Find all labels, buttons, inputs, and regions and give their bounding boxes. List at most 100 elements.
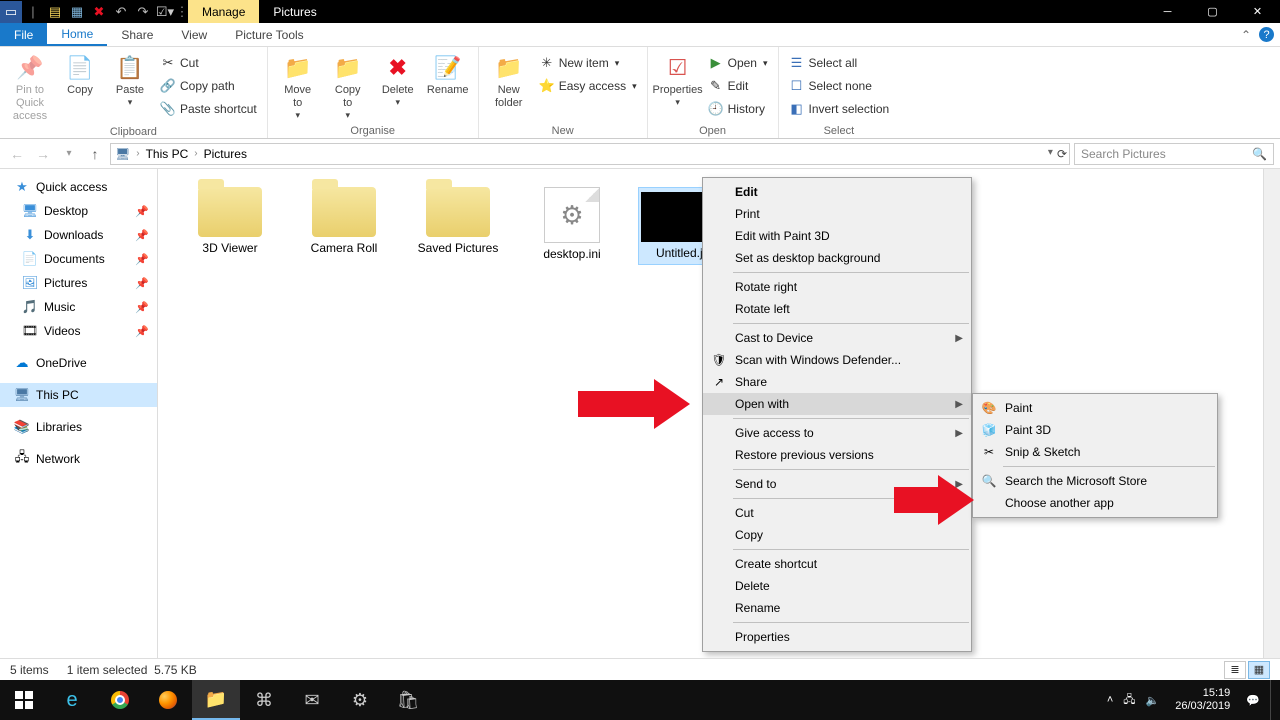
context-menu-item[interactable]: Set as desktop background [703, 247, 971, 269]
context-menu-item[interactable]: Delete [703, 575, 971, 597]
submenu-item[interactable]: 🧊Paint 3D [973, 419, 1217, 441]
properties-button[interactable]: ☑Properties▾ [654, 50, 702, 108]
copy-button[interactable]: 📄Copy [56, 50, 104, 97]
invert-selection-button[interactable]: ◧Invert selection [785, 98, 894, 120]
qat-new-folder-icon[interactable]: ▦ [66, 1, 88, 23]
home-tab[interactable]: Home [47, 23, 107, 46]
search-input[interactable]: Search Pictures 🔍 [1074, 143, 1274, 165]
recent-locations-button[interactable]: ▾ [58, 143, 80, 165]
maximize-button[interactable]: ▢ [1190, 0, 1235, 23]
share-tab[interactable]: Share [107, 23, 167, 46]
refresh-icon[interactable]: ⟳ [1057, 147, 1067, 161]
forward-button[interactable]: → [32, 143, 54, 165]
folder-item[interactable]: Saved Pictures [410, 187, 506, 255]
context-tab-manage[interactable]: Manage [188, 0, 259, 23]
easy-access-button[interactable]: ⭐Easy access ▾ [535, 75, 641, 97]
libraries-group[interactable]: 📚Libraries [0, 415, 157, 439]
folder-item[interactable]: Camera Roll [296, 187, 392, 255]
select-none-button[interactable]: ☐Select none [785, 75, 894, 97]
sidebar-item-music[interactable]: 🎵Music📌 [0, 295, 157, 319]
submenu-item[interactable]: ✂Snip & Sketch [973, 441, 1217, 463]
action-center-icon[interactable]: 💬 [1246, 694, 1260, 707]
context-menu-item[interactable]: Cast to Device▶ [703, 327, 971, 349]
network-group[interactable]: 🖧Network [0, 447, 157, 471]
tray-overflow-icon[interactable]: ˄ [1107, 694, 1113, 706]
details-view-button[interactable]: ≣ [1224, 661, 1246, 679]
taskbar-mail[interactable]: ✉ [288, 680, 336, 720]
qat-redo-icon[interactable]: ↷ [132, 1, 154, 23]
copy-to-button[interactable]: 📁Copy to▾ [324, 50, 372, 121]
collapse-ribbon-icon[interactable]: ⌃ [1241, 28, 1251, 42]
select-all-button[interactable]: ☰Select all [785, 52, 894, 74]
file-tab[interactable]: File [0, 23, 47, 46]
file-item[interactable]: ⚙desktop.ini [524, 187, 620, 261]
up-button[interactable]: ↑ [84, 143, 106, 165]
address-bar[interactable]: 🖥 › This PC › Pictures ▾ ⟳ [110, 143, 1070, 165]
help-icon[interactable]: ? [1259, 27, 1274, 42]
breadcrumb[interactable]: This PC [146, 147, 189, 161]
sidebar-item-pictures[interactable]: 🖼Pictures📌 [0, 271, 157, 295]
context-menu-item[interactable]: Rename [703, 597, 971, 619]
pin-to-quick-access-button[interactable]: 📌Pin to Quick access [6, 50, 54, 124]
open-button[interactable]: ▶Open ▾ [704, 52, 772, 74]
context-menu-item[interactable]: Create shortcut [703, 553, 971, 575]
tray-network-icon[interactable]: 🖧 [1123, 691, 1135, 710]
picture-tools-tab[interactable]: Picture Tools [221, 23, 317, 46]
taskbar-edge[interactable]: e [48, 680, 96, 720]
show-desktop-button[interactable] [1270, 680, 1276, 720]
edit-button[interactable]: ✎Edit [704, 75, 772, 97]
cut-button[interactable]: ✂Cut [156, 52, 261, 74]
new-folder-button[interactable]: 📁New folder [485, 50, 533, 110]
context-menu-item[interactable]: ↗Share [703, 371, 971, 393]
view-tab[interactable]: View [167, 23, 221, 46]
move-to-button[interactable]: 📁Move to▾ [274, 50, 322, 121]
start-button[interactable] [0, 680, 48, 720]
delete-button[interactable]: ✖Delete▾ [374, 50, 422, 108]
paste-button[interactable]: 📋Paste▾ [106, 50, 154, 108]
address-dropdown-icon[interactable]: ▾ [1048, 147, 1053, 161]
sidebar-item-desktop[interactable]: 🖥Desktop📌 [0, 199, 157, 223]
context-menu-item[interactable]: Print [703, 203, 971, 225]
qat-delete-icon[interactable]: ✖ [88, 1, 110, 23]
new-item-button[interactable]: ✳New item ▾ [535, 52, 641, 74]
sidebar-item-documents[interactable]: 📄Documents📌 [0, 247, 157, 271]
taskbar-firefox[interactable] [144, 680, 192, 720]
qat-undo-icon[interactable]: ↶ [110, 1, 132, 23]
qat-rename-icon[interactable]: ☑▾ [154, 1, 176, 23]
submenu-item[interactable]: 🎨Paint [973, 397, 1217, 419]
submenu-item[interactable]: Choose another app [973, 492, 1217, 514]
onedrive-group[interactable]: ☁OneDrive [0, 351, 157, 375]
taskbar-terminal[interactable]: ⌘ [240, 680, 288, 720]
taskbar-explorer[interactable]: 📁 [192, 680, 240, 720]
history-button[interactable]: 🕘History [704, 98, 772, 120]
taskbar-chrome[interactable] [96, 680, 144, 720]
context-menu-item[interactable]: Properties [703, 626, 971, 648]
context-menu-item[interactable]: Give access to▶ [703, 422, 971, 444]
this-pc-group[interactable]: 🖥This PC [0, 383, 157, 407]
file-list[interactable]: 3D Viewer Camera Roll Saved Pictures ⚙de… [158, 169, 1280, 658]
context-menu-item[interactable]: Cut [703, 502, 971, 524]
context-menu-item[interactable]: Copy [703, 524, 971, 546]
icons-view-button[interactable]: ▦ [1248, 661, 1270, 679]
qat-more-icon[interactable]: ⋮ [176, 1, 188, 23]
rename-button[interactable]: 📝Rename [424, 50, 472, 97]
paste-shortcut-button[interactable]: 📎Paste shortcut [156, 98, 261, 120]
context-menu-item[interactable]: Edit [703, 181, 971, 203]
context-menu-item[interactable]: Restore previous versions [703, 444, 971, 466]
close-button[interactable]: ✕ [1235, 0, 1280, 23]
context-menu-item[interactable]: 🛡Scan with Windows Defender... [703, 349, 971, 371]
context-menu-item[interactable]: Send to▶ [703, 473, 971, 495]
folder-item[interactable]: 3D Viewer [182, 187, 278, 255]
taskbar-settings[interactable]: ⚙ [336, 680, 384, 720]
copy-path-button[interactable]: 🔗Copy path [156, 75, 261, 97]
breadcrumb[interactable]: Pictures [204, 147, 247, 161]
context-menu-item[interactable]: Edit with Paint 3D [703, 225, 971, 247]
app-icon[interactable]: ▭ [0, 1, 22, 23]
sidebar-item-videos[interactable]: 🎞Videos📌 [0, 319, 157, 343]
taskbar-clock[interactable]: 15:19 26/03/2019 [1169, 687, 1236, 713]
context-menu-item[interactable]: Rotate left [703, 298, 971, 320]
context-menu-item[interactable]: Rotate right [703, 276, 971, 298]
vertical-scrollbar[interactable] [1263, 169, 1280, 658]
back-button[interactable]: ← [6, 143, 28, 165]
sidebar-item-downloads[interactable]: ⬇Downloads📌 [0, 223, 157, 247]
